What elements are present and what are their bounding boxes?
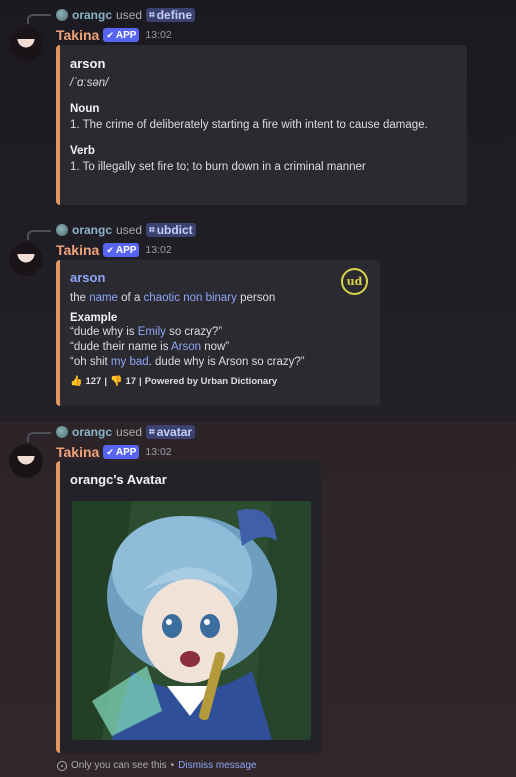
reply-connector: [27, 432, 51, 442]
message-avatar: orangc used ⌗ avatar Takina ✔ APP 13:02 or…: [0, 422, 516, 777]
user-mini-avatar[interactable]: [56, 224, 68, 236]
reply-connector: [27, 14, 51, 24]
command-name[interactable]: ⌗ define: [146, 8, 196, 22]
slash-command-icon: ⌗: [149, 9, 155, 21]
command-name[interactable]: ⌗ ubdict: [146, 223, 196, 237]
verified-check-icon: ✔: [106, 244, 114, 255]
reply-connector: [27, 230, 51, 240]
command-indicator[interactable]: orangc used ⌗ avatar: [56, 424, 196, 440]
bot-avatar[interactable]: [9, 444, 43, 478]
user-mini-avatar[interactable]: [56, 9, 68, 21]
example-link-my-bad[interactable]: my bad: [111, 356, 149, 368]
bot-name[interactable]: Takina: [56, 27, 99, 43]
message-ubdict: orangc used ⌗ ubdict Takina ✔ APP 13:02 ar…: [0, 216, 516, 420]
footer-separator: |: [104, 376, 107, 387]
command-used-text: used: [116, 8, 143, 22]
def-link-name[interactable]: name: [89, 292, 118, 304]
ephemeral-dot: •: [170, 760, 175, 771]
example-line: “oh shit my bad. dude why is Arson so cr…: [70, 356, 305, 368]
example-line: “dude why is Emily so crazy?”: [70, 326, 223, 338]
field-verb-label: Verb: [70, 145, 95, 157]
verified-check-icon: ✔: [106, 446, 114, 457]
embed-title: orangc's Avatar: [70, 472, 167, 487]
command-user[interactable]: orangc: [72, 223, 112, 237]
avatar-image[interactable]: [72, 501, 311, 740]
avatar-embed: orangc's Avatar: [56, 461, 321, 753]
bot-avatar[interactable]: [9, 242, 43, 276]
timestamp[interactable]: 13:02: [145, 29, 171, 41]
message-define: orangc used ⌗ define Takina ✔ APP 13:02 ar…: [0, 0, 516, 212]
example-link-arson[interactable]: Arson: [171, 341, 201, 353]
timestamp[interactable]: 13:02: [145, 244, 171, 256]
bot-name[interactable]: Takina: [56, 242, 99, 258]
command-name[interactable]: ⌗ avatar: [146, 425, 196, 439]
powered-by-text: Powered by Urban Dictionary: [144, 376, 278, 387]
command-user[interactable]: orangc: [72, 425, 112, 439]
command-used-text: used: [116, 223, 143, 237]
pronunciation: /ˈɑːsən/: [70, 77, 109, 89]
user-mini-avatar[interactable]: [56, 426, 68, 438]
ephemeral-notice: Only you can see this • Dismiss message: [57, 760, 256, 771]
upvote-count: 127: [85, 376, 102, 387]
command-indicator[interactable]: orangc used ⌗ define: [56, 7, 196, 23]
urban-dictionary-embed: arson ud the name of a chaotic non binar…: [56, 260, 380, 406]
def-link-chaotic[interactable]: chaotic: [144, 292, 180, 304]
example-line: “dude their name is Arson now”: [70, 341, 230, 353]
bot-name[interactable]: Takina: [56, 444, 99, 460]
command-indicator[interactable]: orangc used ⌗ ubdict: [56, 222, 196, 238]
message-header: Takina ✔ APP 13:02: [56, 241, 172, 259]
embed-title: arson: [70, 56, 106, 71]
timestamp[interactable]: 13:02: [145, 446, 171, 458]
example-link-emily[interactable]: Emily: [138, 326, 166, 338]
message-header: Takina ✔ APP 13:02: [56, 26, 172, 44]
avatar-artwork: [72, 501, 311, 740]
app-badge: ✔ APP: [103, 445, 140, 459]
field-noun-definition: 1. The crime of deliberately starting a …: [70, 119, 428, 131]
footer-separator: |: [139, 376, 142, 387]
thumbs-up-icon: 👍: [70, 376, 83, 387]
thumbs-down-icon: 👎: [109, 376, 123, 387]
example-label: Example: [70, 312, 118, 324]
slash-command-icon: ⌗: [149, 224, 155, 236]
urban-dictionary-logo-icon: ud: [341, 268, 368, 295]
ephemeral-text: Only you can see this: [71, 760, 167, 771]
eye-icon: [57, 760, 67, 771]
embed-footer: 👍 127 | 👎 17 | Powered by Urban Dictiona…: [70, 376, 368, 387]
verified-check-icon: ✔: [106, 29, 114, 40]
def-link-non-binary[interactable]: non binary: [183, 292, 237, 304]
embed-title-link[interactable]: arson: [70, 270, 368, 285]
dismiss-message-link[interactable]: Dismiss message: [178, 760, 256, 771]
definition-embed: arson /ˈɑːsən/ Noun 1. The crime of deli…: [56, 45, 467, 205]
command-used-text: used: [116, 425, 143, 439]
app-badge: ✔ APP: [103, 28, 140, 42]
field-noun-label: Noun: [70, 103, 100, 115]
message-header: Takina ✔ APP 13:02: [56, 443, 172, 461]
ud-definition: the name of a chaotic non binary person: [70, 292, 276, 304]
bot-avatar[interactable]: [9, 27, 43, 61]
app-badge: ✔ APP: [103, 243, 140, 257]
command-user[interactable]: orangc: [72, 8, 112, 22]
downvote-count: 17: [125, 376, 137, 387]
field-verb-definition: 1. To illegally set fire to; to burn dow…: [70, 161, 366, 173]
slash-command-icon: ⌗: [149, 426, 155, 438]
